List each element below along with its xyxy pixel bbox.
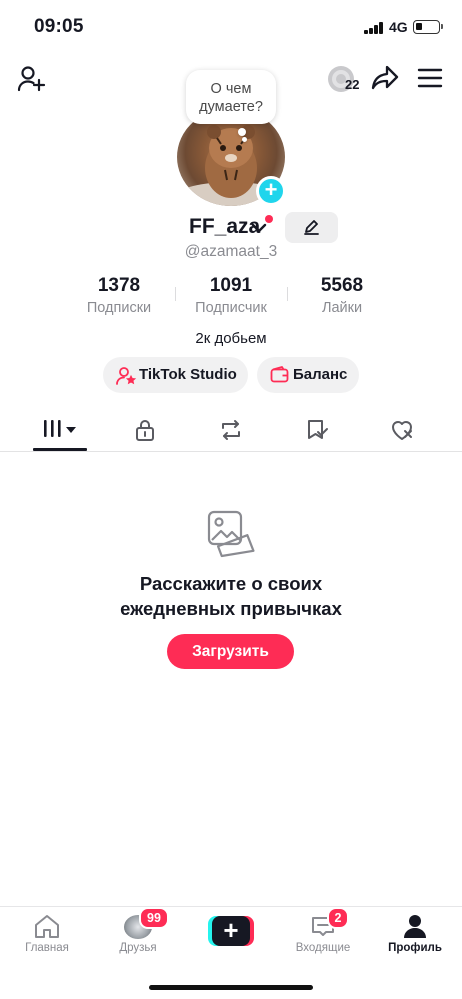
profile-icon bbox=[404, 915, 426, 938]
upload-button[interactable]: Загрузить bbox=[167, 634, 294, 669]
status-bar: 09:05 4G bbox=[0, 0, 462, 54]
liked-heart-icon bbox=[392, 421, 412, 440]
likes-stat[interactable]: 5568 Лайки bbox=[287, 275, 397, 316]
person-add-icon[interactable] bbox=[16, 64, 46, 94]
inbox-badge: 2 bbox=[327, 907, 349, 929]
wallet-icon bbox=[270, 366, 289, 383]
lock-icon bbox=[136, 420, 154, 441]
following-stat[interactable]: 1378 Подписки bbox=[64, 275, 174, 316]
pencil-icon bbox=[304, 220, 319, 235]
home-icon bbox=[35, 915, 59, 938]
profile-tabs bbox=[0, 410, 462, 452]
empty-state-title-line1: Расскажите о своих bbox=[139, 573, 323, 594]
network-type: 4G bbox=[389, 19, 408, 35]
person-star-icon bbox=[116, 367, 136, 385]
followers-count: 1091 bbox=[209, 275, 253, 296]
nav-friends[interactable]: 99 Друзья bbox=[98, 907, 178, 967]
empty-state-title: Расскажите о своих ежедневных привычках bbox=[0, 571, 462, 621]
profile-handle: @azamaat_3 bbox=[184, 243, 278, 260]
create-button[interactable]: + bbox=[208, 916, 254, 946]
tiktok-studio-button[interactable]: TikTok Studio bbox=[103, 357, 248, 393]
bookmark-icon bbox=[308, 420, 328, 439]
thought-bubble-tail-small bbox=[242, 137, 247, 142]
thought-bubble[interactable]: О чем думаете? bbox=[186, 70, 276, 124]
battery-icon bbox=[413, 20, 443, 34]
home-indicator[interactable] bbox=[149, 985, 313, 990]
nav-profile[interactable]: Профиль bbox=[375, 907, 455, 967]
thought-bubble-tail bbox=[238, 128, 246, 136]
share-arrow-icon[interactable] bbox=[370, 64, 400, 92]
tab-private[interactable] bbox=[117, 410, 173, 452]
grid-videos-icon bbox=[44, 420, 76, 437]
followers-stat[interactable]: 1091 Подписчик bbox=[176, 275, 286, 316]
nav-profile-label: Профиль bbox=[388, 942, 442, 954]
empty-state-title-line2: ежедневных привычках bbox=[120, 598, 342, 619]
edit-profile-button[interactable] bbox=[285, 212, 338, 243]
nav-friends-label: Друзья bbox=[119, 942, 157, 954]
tiktok-studio-label: TikTok Studio bbox=[139, 366, 237, 383]
tab-active-indicator bbox=[33, 448, 87, 451]
likes-count: 5568 bbox=[320, 275, 364, 296]
nav-inbox[interactable]: 2 Входящие bbox=[283, 907, 363, 967]
tab-liked[interactable] bbox=[374, 410, 430, 452]
likes-label: Лайки bbox=[321, 300, 363, 316]
following-count: 1378 bbox=[97, 275, 141, 296]
balance-label: Баланс bbox=[293, 366, 348, 383]
repost-icon bbox=[222, 420, 240, 440]
hamburger-menu-icon[interactable] bbox=[417, 67, 443, 89]
chevron-down-icon[interactable] bbox=[250, 221, 268, 235]
nav-home-label: Главная bbox=[25, 942, 69, 954]
profile-bio: 2к добьем bbox=[195, 330, 267, 347]
status-time: 09:05 bbox=[34, 16, 84, 37]
create-plus-icon: + bbox=[212, 916, 250, 946]
tab-reposts[interactable] bbox=[203, 410, 259, 452]
photos-icon bbox=[206, 509, 256, 559]
coin-count: 22 bbox=[345, 77, 360, 92]
friends-badge: 99 bbox=[139, 907, 169, 929]
tab-videos[interactable] bbox=[32, 410, 88, 452]
notification-dot bbox=[265, 215, 273, 223]
followers-label: Подписчик bbox=[195, 300, 267, 316]
following-label: Подписки bbox=[86, 300, 152, 316]
signal-icon bbox=[364, 22, 384, 34]
tab-favorites[interactable] bbox=[289, 410, 345, 452]
balance-button[interactable]: Баланс bbox=[257, 357, 359, 393]
add-avatar-plus-icon[interactable]: + bbox=[256, 176, 286, 206]
nav-home[interactable]: Главная bbox=[7, 907, 87, 967]
nav-inbox-label: Входящие bbox=[295, 942, 351, 954]
